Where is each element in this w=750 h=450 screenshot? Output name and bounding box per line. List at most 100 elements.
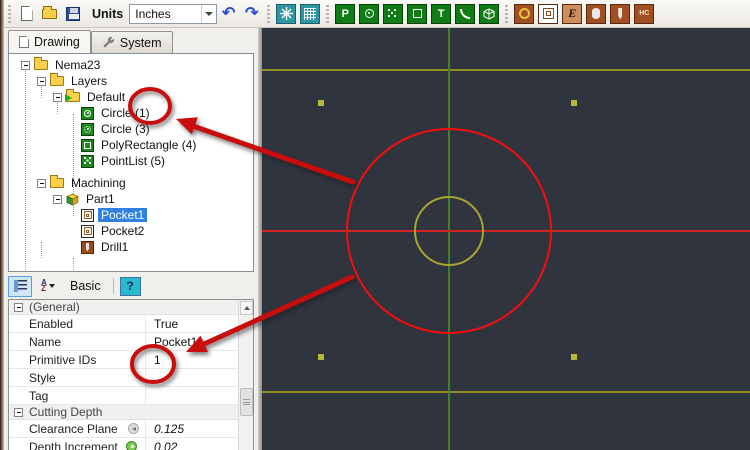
drill-mop-button[interactable]: [610, 4, 630, 24]
tab-system[interactable]: System: [91, 31, 173, 53]
inner-circle-primitive[interactable]: [414, 196, 484, 266]
drawing-viewport[interactable]: [262, 28, 750, 450]
draw-polyline-button[interactable]: P: [335, 4, 355, 24]
tree-item-default-layer[interactable]: Default: [53, 89, 128, 105]
tree-item-pocket1[interactable]: Pocket1: [81, 207, 147, 223]
profile-mop-button[interactable]: [514, 4, 534, 24]
set-value-icon[interactable]: [126, 441, 137, 450]
scrollbar-thumb[interactable]: [240, 388, 253, 416]
open-folder-icon: [42, 9, 57, 19]
triangle-up-icon: [244, 306, 250, 310]
tree-item-part1[interactable]: Part1: [53, 191, 118, 207]
tab-drawing[interactable]: Drawing: [8, 30, 91, 53]
tree-item-label: Nema23: [52, 58, 103, 72]
draw-rectangle-button[interactable]: [407, 4, 427, 24]
tree-item-layers[interactable]: Layers: [37, 73, 110, 89]
scroll-up-button[interactable]: [240, 301, 253, 315]
collapse-icon[interactable]: [37, 179, 46, 188]
cube-tool-icon: [483, 8, 495, 20]
draw-arc-button[interactable]: [455, 4, 475, 24]
tree-item-label: Layers: [68, 74, 110, 88]
toolbar-grip[interactable]: [505, 5, 508, 23]
property-value: 0.02: [146, 440, 239, 450]
property-row-tag[interactable]: Tag: [9, 387, 239, 405]
categorized-view-button[interactable]: [8, 276, 32, 297]
help-button[interactable]: ?: [120, 277, 141, 296]
pocket-mop-icon-inner: [546, 11, 551, 16]
tree-item-pocket2[interactable]: Pocket2: [81, 223, 147, 239]
category-row-cutting-depth[interactable]: Cutting Depth: [9, 405, 239, 420]
view-mode-dropdown[interactable]: Basic: [64, 277, 107, 295]
property-row-name[interactable]: Name Pocket1: [9, 333, 239, 351]
units-combo[interactable]: Inches: [129, 4, 217, 24]
profile-mop-icon: [519, 8, 530, 19]
collapse-icon[interactable]: [37, 77, 46, 86]
tree-item-circle-1[interactable]: Circle (1): [81, 105, 153, 121]
tree-item-label: Drill1: [98, 240, 131, 254]
property-row-style[interactable]: Style: [9, 369, 239, 387]
point-marker[interactable]: [318, 354, 324, 360]
draw-circle-button[interactable]: [359, 4, 379, 24]
grid-icon: [304, 8, 316, 20]
lathe-mop-button[interactable]: [586, 4, 606, 24]
pocket-mop-glyph: [84, 211, 92, 219]
tree-item-pointlist-5[interactable]: PointList (5): [81, 153, 168, 169]
collapse-icon[interactable]: [14, 303, 23, 312]
toolbar-grip[interactable]: [326, 5, 329, 23]
save-button[interactable]: [62, 3, 83, 24]
undo-button[interactable]: ↶: [218, 3, 239, 24]
collapse-icon[interactable]: [14, 408, 23, 417]
active-layer-folder-icon: [66, 92, 80, 102]
circle-primitive-icon: [81, 123, 94, 136]
point-marker[interactable]: [318, 100, 324, 106]
property-name: Clearance Plane: [9, 420, 146, 437]
tree-item-nema23[interactable]: Nema23: [21, 57, 103, 73]
property-row-clearance-plane[interactable]: Clearance Plane 0.125: [9, 420, 239, 438]
draw-surface-button[interactable]: [479, 4, 499, 24]
collapse-icon[interactable]: [53, 93, 62, 102]
property-row-primitive-ids[interactable]: Primitive IDs 1: [9, 351, 239, 369]
tree-item-circle-3[interactable]: Circle (3): [81, 121, 153, 137]
property-name: Depth Increment: [9, 438, 146, 450]
properties-toolbar: A Z Basic ?: [8, 274, 141, 298]
alphabetical-sort-button[interactable]: A Z: [36, 276, 60, 297]
category-label: (General): [29, 300, 80, 314]
polyrectangle-bottom-edge[interactable]: [262, 391, 750, 393]
pocket-mop-button[interactable]: [538, 4, 558, 24]
property-grid-scrollbar[interactable]: [238, 300, 253, 450]
toolbar-grip[interactable]: [8, 5, 11, 23]
property-name: Style: [9, 369, 146, 386]
rectangle-primitive-glyph: [84, 142, 91, 149]
point-marker[interactable]: [571, 100, 577, 106]
drill-mop-icon: [618, 8, 622, 20]
property-row-enabled[interactable]: Enabled True: [9, 315, 239, 333]
tree-item-drill1[interactable]: Drill1: [81, 239, 131, 255]
tree-item-machining[interactable]: Machining: [37, 175, 129, 191]
point-marker[interactable]: [571, 354, 577, 360]
category-row-general[interactable]: (General): [9, 300, 239, 315]
redo-button[interactable]: ↷: [241, 3, 262, 24]
grid-toggle-button[interactable]: [300, 4, 320, 24]
tree-connector: [41, 242, 42, 258]
tree-item-label: PointList (5): [98, 154, 168, 168]
tree-item-polyrectangle-4[interactable]: PolyRectangle (4): [81, 137, 199, 153]
property-value: True: [146, 317, 239, 331]
toolbar-grip[interactable]: [267, 5, 270, 23]
collapse-icon[interactable]: [53, 195, 62, 204]
snap-button[interactable]: [276, 4, 296, 24]
folder-icon: [50, 76, 64, 86]
engrave-mop-button[interactable]: E: [562, 4, 582, 24]
property-row-depth-increment[interactable]: Depth Increment 0.02: [9, 438, 239, 450]
property-grid: (General) Enabled True Name Pocket1 Prim…: [8, 299, 254, 450]
collapse-icon[interactable]: [21, 61, 30, 70]
polyrectangle-top-edge[interactable]: [262, 69, 750, 71]
inherited-value-icon[interactable]: [128, 423, 139, 434]
open-file-button[interactable]: [39, 3, 60, 24]
combo-dropdown-button[interactable]: [201, 5, 216, 23]
draw-text-button[interactable]: T: [431, 4, 451, 24]
wrench-icon: [102, 36, 115, 49]
property-name: Enabled: [9, 315, 146, 332]
nc-file-button[interactable]: HC: [634, 4, 654, 24]
draw-points-button[interactable]: [383, 4, 403, 24]
new-file-button[interactable]: [16, 3, 37, 24]
